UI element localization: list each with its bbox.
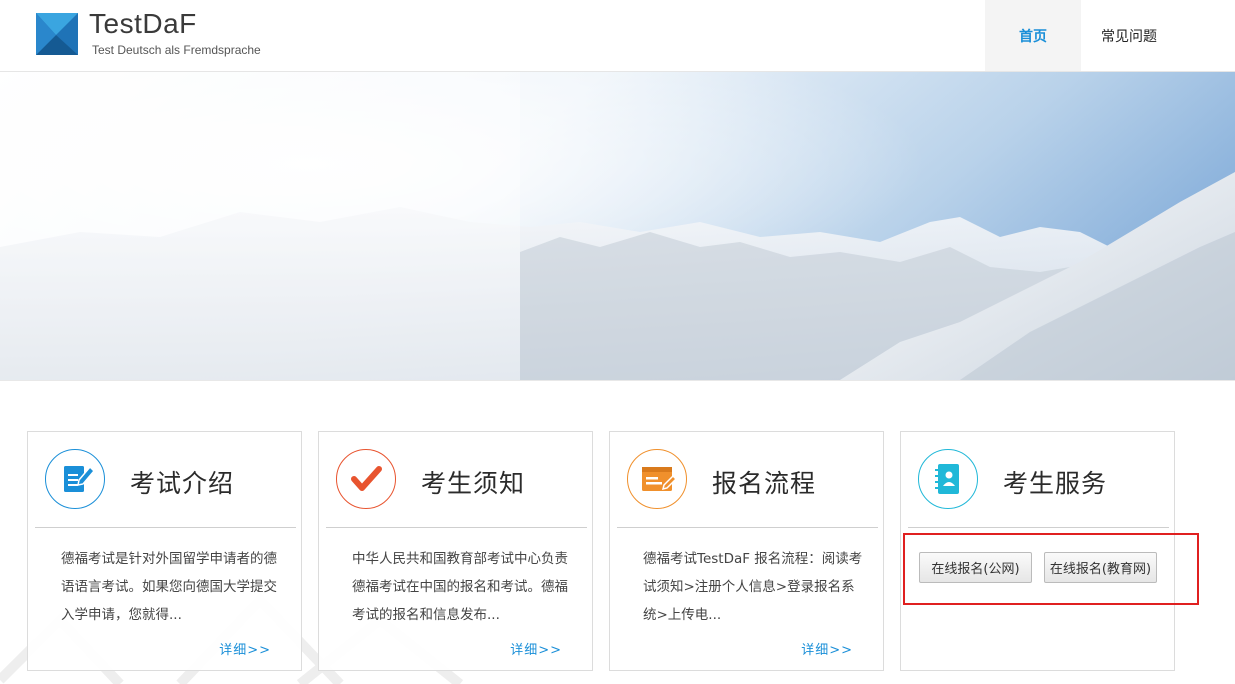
card-description: 德福考试是针对外国留学申请者的德语语言考试。如果您向德国大学提交入学申请，您就得…: [61, 551, 277, 623]
checkmark-icon: [336, 449, 396, 509]
browser-form-icon: [627, 449, 687, 509]
mountain-banner-image: [0, 72, 1235, 380]
contact-book-icon: [918, 449, 978, 509]
card-title: 考生须知: [421, 469, 526, 498]
card-exam-intro: 考试介绍 德福考试是针对外国留学申请者的德语语言考试。如果您向德国大学提交入学申…: [27, 431, 302, 671]
document-edit-icon: [45, 449, 105, 509]
card-description: 中华人民共和国教育部考试中心负责德福考试在中国的报名和考试。德福考试的报名和信息…: [352, 551, 568, 623]
hero-banner: [0, 72, 1235, 380]
testdaf-logo-icon[interactable]: [36, 13, 78, 55]
card-exam-notice: 考生须知 中华人民共和国教育部考试中心负责德福考试在中国的报名和考试。德福考试的…: [318, 431, 593, 671]
details-link[interactable]: 详细>>: [219, 639, 271, 658]
banner-divider: [0, 380, 1235, 381]
nav-home[interactable]: 首页: [985, 0, 1081, 71]
card-registration-process: 报名流程 德福考试TestDaF 报名流程：阅读考试须知>注册个人信息>登录报名…: [609, 431, 884, 671]
card-divider: [35, 527, 296, 528]
card-description: 德福考试TestDaF 报名流程：阅读考试须知>注册个人信息>登录报名系统>上传…: [643, 551, 863, 623]
details-link[interactable]: 详细>>: [801, 639, 853, 658]
nav-faq[interactable]: 常见问题: [1081, 0, 1177, 71]
card-title: 考生服务: [1003, 469, 1108, 498]
card-divider: [617, 527, 878, 528]
brand-subtitle: Test Deutsch als Fremdsprache: [92, 43, 261, 57]
brand-title[interactable]: TestDaF: [89, 8, 197, 40]
site-header: TestDaF Test Deutsch als Fremdsprache 首页…: [0, 0, 1235, 72]
card-title: 报名流程: [712, 469, 817, 498]
details-link[interactable]: 详细>>: [510, 639, 562, 658]
highlight-annotation-box: [903, 533, 1199, 605]
card-divider: [326, 527, 587, 528]
card-divider: [908, 527, 1169, 528]
card-title: 考试介绍: [130, 469, 235, 498]
